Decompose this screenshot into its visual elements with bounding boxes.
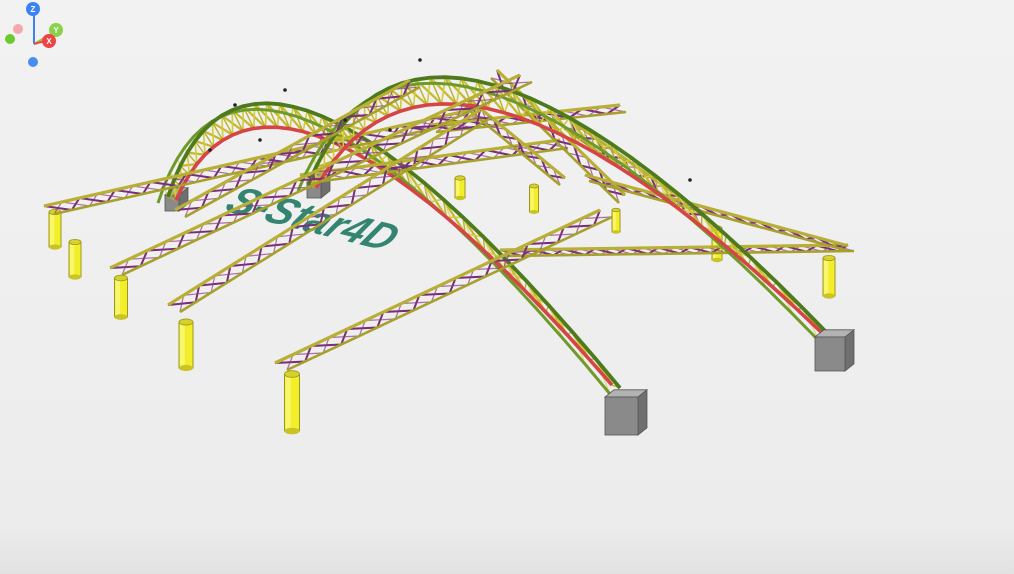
column xyxy=(284,370,300,435)
support-block xyxy=(603,388,649,436)
column-highlight xyxy=(180,322,185,368)
column-cap xyxy=(68,238,82,246)
column xyxy=(822,254,836,299)
column-cap xyxy=(454,175,466,181)
3d-viewport[interactable]: S-Star4D Z Y X xyxy=(0,0,1014,574)
back-layer xyxy=(43,68,855,395)
column-cap xyxy=(611,207,621,213)
column xyxy=(611,207,621,234)
column-cap xyxy=(178,318,194,326)
x-axis-label: X xyxy=(46,37,52,46)
truss-node xyxy=(418,58,422,62)
column-base xyxy=(612,230,620,234)
truss-node xyxy=(233,103,237,107)
truss-node xyxy=(388,128,392,132)
lattice-beam xyxy=(499,243,855,258)
arch-diagonal xyxy=(194,140,198,165)
column-highlight xyxy=(70,242,75,277)
truss-node xyxy=(208,148,212,152)
column-base xyxy=(114,314,128,320)
column-highlight xyxy=(115,278,121,317)
arch-truss xyxy=(296,75,832,344)
column xyxy=(68,238,82,280)
column-highlight xyxy=(530,186,534,212)
negative-x-axis-dot[interactable] xyxy=(13,24,23,34)
column-highlight xyxy=(613,210,616,232)
column xyxy=(529,183,539,214)
truss-node xyxy=(343,118,347,122)
arch-diagonal xyxy=(211,122,215,147)
negative-z-axis-dot[interactable] xyxy=(28,57,38,67)
column xyxy=(48,208,62,250)
negative-y-axis-dot[interactable] xyxy=(5,34,15,44)
arch-diagonal xyxy=(264,103,268,128)
arch-diagonal xyxy=(202,130,206,155)
column-cap xyxy=(529,183,539,189)
arch-diagonal xyxy=(221,115,224,141)
column-base xyxy=(529,210,539,214)
z-axis-handle[interactable]: Z xyxy=(26,2,40,16)
block-front xyxy=(814,336,846,372)
column-cap xyxy=(822,254,836,262)
block-side xyxy=(637,388,648,436)
block-side xyxy=(844,328,855,372)
column-base xyxy=(69,274,81,280)
arch-vertical xyxy=(444,76,458,105)
column xyxy=(178,318,194,372)
truss-node xyxy=(283,88,287,92)
column xyxy=(114,274,128,320)
y-axis-label: Y xyxy=(53,26,59,35)
column-cap xyxy=(284,370,300,378)
column-base xyxy=(712,257,722,263)
column-highlight xyxy=(50,212,55,247)
arch-diagonal xyxy=(253,103,256,129)
column-base xyxy=(179,364,193,372)
truss-structure-model[interactable]: S-Star4D xyxy=(0,0,1014,574)
column-cap xyxy=(114,274,128,282)
column-highlight xyxy=(456,178,460,198)
z-axis-label: Z xyxy=(31,5,36,14)
column-base xyxy=(823,293,835,299)
support-block xyxy=(813,328,856,372)
truss-node xyxy=(258,138,262,142)
column-highlight xyxy=(285,374,291,431)
arch-vertical xyxy=(266,103,278,128)
x-axis-handle[interactable]: X xyxy=(42,34,56,48)
column-base xyxy=(455,195,465,201)
column-base xyxy=(284,427,300,435)
axis-triad[interactable]: Z Y X xyxy=(0,0,70,70)
truss-node xyxy=(688,178,692,182)
column xyxy=(454,175,466,201)
column-base xyxy=(49,244,61,250)
block-front xyxy=(604,396,639,436)
column-highlight xyxy=(824,258,829,296)
arch-vertical xyxy=(254,103,266,128)
arch-vertical xyxy=(279,103,291,130)
